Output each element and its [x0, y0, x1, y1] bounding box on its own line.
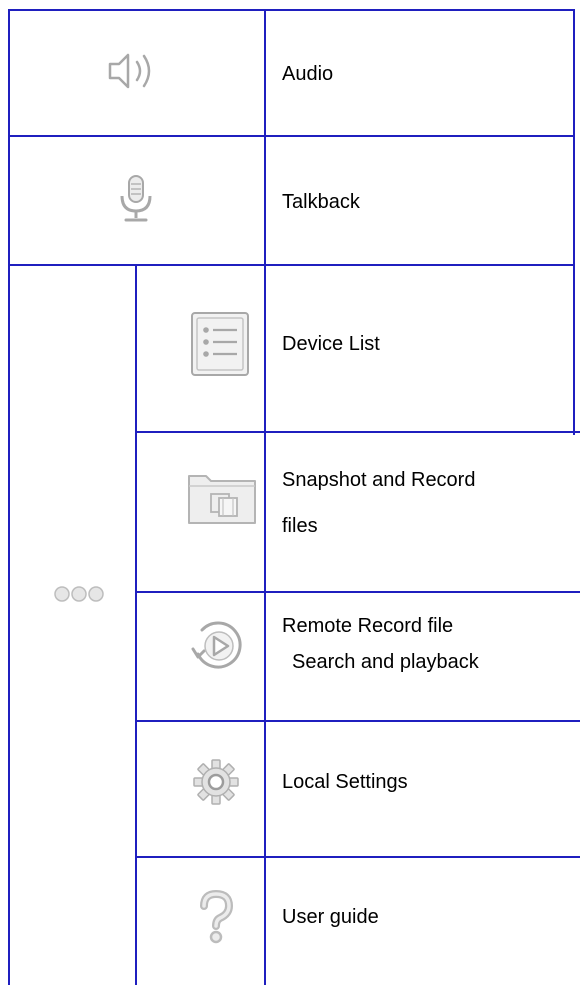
- local-settings-label: Local Settings: [282, 771, 408, 793]
- audio-label: Audio: [282, 63, 334, 85]
- snapshot-record-label-line2: files: [282, 515, 318, 537]
- more-dots-icon: [52, 583, 108, 605]
- table-border-top: [9, 9, 575, 11]
- row-divider: [9, 264, 575, 266]
- snapshot-record-label-line1: Snapshot and Record: [282, 469, 476, 491]
- row-divider: [9, 135, 575, 137]
- speaker-icon: [104, 50, 168, 92]
- question-icon: [196, 890, 236, 946]
- sub-column-divider: [135, 264, 137, 985]
- user-guide-label: User guide: [282, 906, 379, 928]
- sub-row-divider: [136, 856, 580, 858]
- remote-record-label-line2: Search and playback: [292, 651, 479, 673]
- replay-icon: [188, 616, 248, 676]
- microphone-icon: [112, 174, 160, 224]
- remote-record-label-line1: Remote Record file: [282, 615, 454, 637]
- sub-row-divider: [136, 591, 580, 593]
- device-list-label: Device List: [282, 333, 380, 355]
- sub-row-divider: [136, 431, 580, 433]
- talkback-label: Talkback: [282, 191, 360, 213]
- gear-icon: [192, 758, 240, 806]
- sub-row-divider: [136, 720, 580, 722]
- list-icon: [189, 310, 251, 378]
- table-border-right: [573, 9, 575, 435]
- folder-film-icon: [186, 468, 258, 526]
- table-border-left: [8, 9, 10, 985]
- column-divider: [264, 9, 266, 985]
